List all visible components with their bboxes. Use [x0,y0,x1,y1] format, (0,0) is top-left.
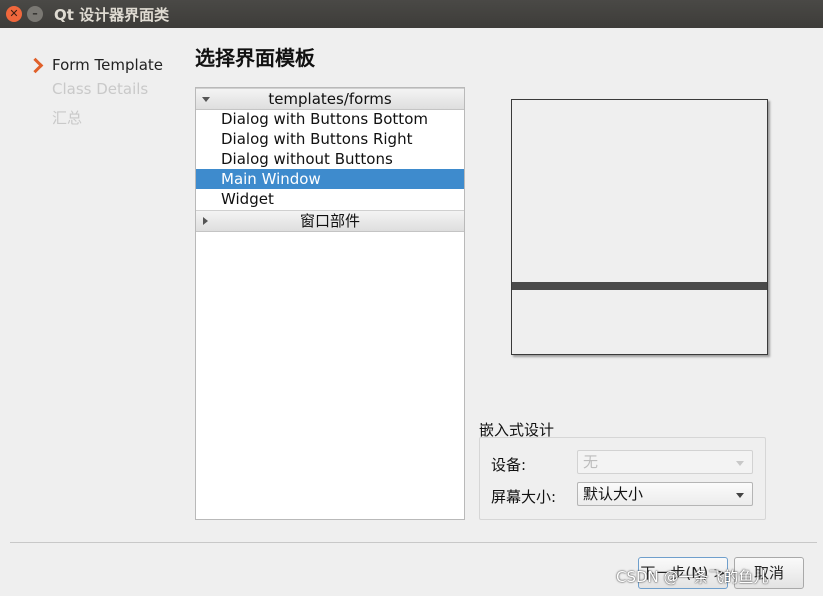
group-widgets[interactable]: 窗口部件 [196,210,464,232]
preview-statusbar [512,282,767,290]
chevron-down-icon[interactable] [736,493,744,498]
device-combo: 无 [577,450,753,474]
template-tree[interactable]: templates/forms Dialog with Buttons Bott… [195,87,465,520]
current-step-arrow-icon [27,57,44,74]
screen-size-combo[interactable]: 默认大小 [577,482,753,506]
tree-item[interactable]: Dialog with Buttons Right [196,129,464,149]
chevron-down-icon [736,461,744,466]
watermark: CSDN @一条飞的鱼儿 [616,568,769,586]
group-templates-forms[interactable]: templates/forms [196,88,464,110]
tree-item-selected[interactable]: Main Window [196,169,464,189]
minimize-icon[interactable]: – [27,6,43,22]
tree-item[interactable]: Dialog without Buttons [196,149,464,169]
template-preview [511,99,768,355]
group-label: 窗口部件 [299,212,360,230]
page-title: 选择界面模板 [195,46,315,70]
divider [10,542,817,543]
title-bar: ✕ – Qt 设计器界面类 [0,0,823,28]
collapse-arrow-icon[interactable] [203,217,208,225]
embedded-design-group: 设备: 无 屏幕大小: 默认大小 [479,437,766,520]
close-icon[interactable]: ✕ [6,6,22,22]
step-class-details: Class Details [52,80,149,98]
window-title: Qt 设计器界面类 [54,6,170,24]
screen-size-label: 屏幕大小: [491,488,557,506]
group-label: templates/forms [268,90,392,108]
step-form-template: Form Template [52,56,163,74]
device-value: 无 [583,453,599,471]
tree-item[interactable]: Widget [196,189,464,209]
step-summary: 汇总 [52,109,83,127]
device-label: 设备: [491,456,527,474]
tree-item[interactable]: Dialog with Buttons Bottom [196,109,464,129]
screen-size-value: 默认大小 [583,485,644,503]
expand-arrow-icon[interactable] [202,97,210,102]
